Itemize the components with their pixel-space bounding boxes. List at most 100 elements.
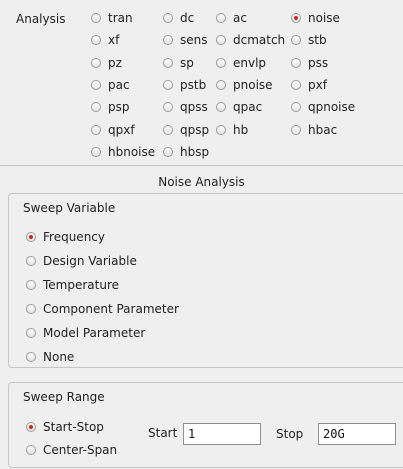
radio-button-icon[interactable]: [216, 102, 226, 112]
analysis-radio-pnoise[interactable]: pnoise: [216, 77, 273, 93]
analysis-radio-pz[interactable]: pz: [91, 55, 122, 71]
radio-button-icon[interactable]: [163, 13, 173, 23]
radio-button-icon[interactable]: [216, 80, 226, 90]
analysis-radio-label: qpnoise: [308, 100, 356, 114]
radio-button-icon[interactable]: [91, 80, 101, 90]
analysis-radio-tran[interactable]: tran: [91, 10, 133, 26]
analysis-radio-xf[interactable]: xf: [91, 32, 119, 48]
sweep-range-radio-start-stop[interactable]: Start-Stop: [26, 419, 104, 435]
radio-button-icon[interactable]: [163, 80, 173, 90]
radio-button-icon[interactable]: [26, 256, 36, 266]
analysis-radio-pxf[interactable]: pxf: [291, 77, 327, 93]
sweep-variable-radio-component-parameter[interactable]: Component Parameter: [26, 301, 179, 317]
radio-button-icon[interactable]: [291, 102, 301, 112]
analysis-radio-envlp[interactable]: envlp: [216, 55, 266, 71]
sweep-variable-title: Sweep Variable: [23, 201, 116, 215]
sweep-range-radio-label: Center-Span: [43, 443, 118, 457]
analysis-radio-label: qpac: [233, 100, 263, 114]
analysis-radio-sp[interactable]: sp: [163, 55, 194, 71]
stop-field[interactable]: 20G: [318, 423, 396, 445]
analysis-radio-label: pz: [108, 56, 122, 70]
sweep-variable-radio-none[interactable]: None: [26, 349, 74, 365]
analysis-radio-label: noise: [308, 11, 340, 25]
analysis-radio-psp[interactable]: psp: [91, 99, 130, 115]
radio-button-icon[interactable]: [163, 125, 173, 135]
stop-label: Stop: [276, 427, 304, 441]
radio-button-icon[interactable]: [91, 58, 101, 68]
section-title: Noise Analysis: [158, 175, 245, 189]
analysis-radio-hbsp[interactable]: hbsp: [163, 144, 209, 160]
radio-button-icon[interactable]: [26, 304, 36, 314]
analysis-radio-dcmatch[interactable]: dcmatch: [216, 32, 285, 48]
analysis-radio-label: sp: [180, 56, 194, 70]
analysis-radio-qpac[interactable]: qpac: [216, 99, 262, 115]
analysis-radio-label: pss: [308, 56, 329, 70]
analysis-radio-qpss[interactable]: qpss: [163, 99, 208, 115]
analysis-radio-label: hbac: [308, 123, 338, 137]
analysis-radio-label: pxf: [308, 78, 327, 92]
analysis-radio-pstb[interactable]: pstb: [163, 77, 206, 93]
analysis-radio-dc[interactable]: dc: [163, 10, 194, 26]
radio-button-icon[interactable]: [26, 280, 36, 290]
radio-button-icon[interactable]: [26, 352, 36, 362]
analysis-radio-qpsp[interactable]: qpsp: [163, 122, 209, 138]
radio-button-icon[interactable]: [216, 125, 226, 135]
analysis-radio-hbac[interactable]: hbac: [291, 122, 337, 138]
start-label: Start: [148, 426, 178, 440]
analysis-radio-label: pstb: [180, 78, 207, 92]
analysis-radio-sens[interactable]: sens: [163, 32, 208, 48]
analysis-radio-label: dcmatch: [233, 33, 286, 47]
radio-button-icon[interactable]: [26, 232, 36, 242]
analysis-radio-noise[interactable]: noise: [291, 10, 340, 26]
start-field[interactable]: 1: [183, 423, 261, 445]
radio-button-icon[interactable]: [291, 13, 301, 23]
radio-button-icon[interactable]: [163, 35, 173, 45]
sweep-variable-radio-design-variable[interactable]: Design Variable: [26, 253, 137, 269]
radio-button-icon[interactable]: [91, 13, 101, 23]
sweep-variable-radio-label: Component Parameter: [43, 302, 179, 316]
analysis-radio-qpxf[interactable]: qpxf: [91, 122, 135, 138]
analysis-radio-label: xf: [108, 33, 120, 47]
analysis-radio-label: tran: [108, 11, 133, 25]
sweep-variable-radio-label: Frequency: [43, 230, 105, 244]
radio-button-icon[interactable]: [216, 58, 226, 68]
radio-button-icon[interactable]: [291, 35, 301, 45]
radio-button-icon[interactable]: [91, 35, 101, 45]
sweep-range-radio-label: Start-Stop: [43, 420, 104, 434]
sweep-range-title: Sweep Range: [23, 390, 105, 404]
radio-button-icon[interactable]: [26, 445, 36, 455]
analysis-radio-hbnoise[interactable]: hbnoise: [91, 144, 155, 160]
radio-button-icon[interactable]: [291, 125, 301, 135]
sweep-variable-radio-frequency[interactable]: Frequency: [26, 229, 105, 245]
radio-button-icon[interactable]: [26, 328, 36, 338]
analysis-radio-label: psp: [108, 100, 130, 114]
sweep-variable-radio-temperature[interactable]: Temperature: [26, 277, 119, 293]
radio-button-icon[interactable]: [163, 102, 173, 112]
analysis-radio-label: pac: [108, 78, 130, 92]
analysis-radio-pss[interactable]: pss: [291, 55, 328, 71]
radio-button-icon[interactable]: [216, 13, 226, 23]
radio-button-icon[interactable]: [291, 80, 301, 90]
analysis-radio-qpnoise[interactable]: qpnoise: [291, 99, 355, 115]
analysis-radio-label: qpxf: [108, 123, 135, 137]
sweep-variable-radio-label: None: [43, 350, 75, 364]
radio-button-icon[interactable]: [91, 102, 101, 112]
radio-button-icon[interactable]: [163, 58, 173, 68]
analysis-radio-hb[interactable]: hb: [216, 122, 248, 138]
radio-button-icon[interactable]: [26, 422, 36, 432]
radio-button-icon[interactable]: [163, 147, 173, 157]
analysis-label: Analysis: [16, 12, 66, 26]
analysis-radio-label: envlp: [233, 56, 267, 70]
radio-button-icon[interactable]: [216, 35, 226, 45]
radio-button-icon[interactable]: [91, 147, 101, 157]
analysis-radio-label: qpsp: [180, 123, 210, 137]
radio-button-icon[interactable]: [91, 125, 101, 135]
analysis-radio-label: dc: [180, 11, 195, 25]
sweep-range-radio-center-span[interactable]: Center-Span: [26, 442, 117, 458]
analysis-radio-pac[interactable]: pac: [91, 77, 130, 93]
sweep-variable-radio-model-parameter[interactable]: Model Parameter: [26, 325, 145, 341]
analysis-radio-ac[interactable]: ac: [216, 10, 247, 26]
analysis-radio-label: qpss: [180, 100, 208, 114]
radio-button-icon[interactable]: [291, 58, 301, 68]
analysis-radio-stb[interactable]: stb: [291, 32, 327, 48]
